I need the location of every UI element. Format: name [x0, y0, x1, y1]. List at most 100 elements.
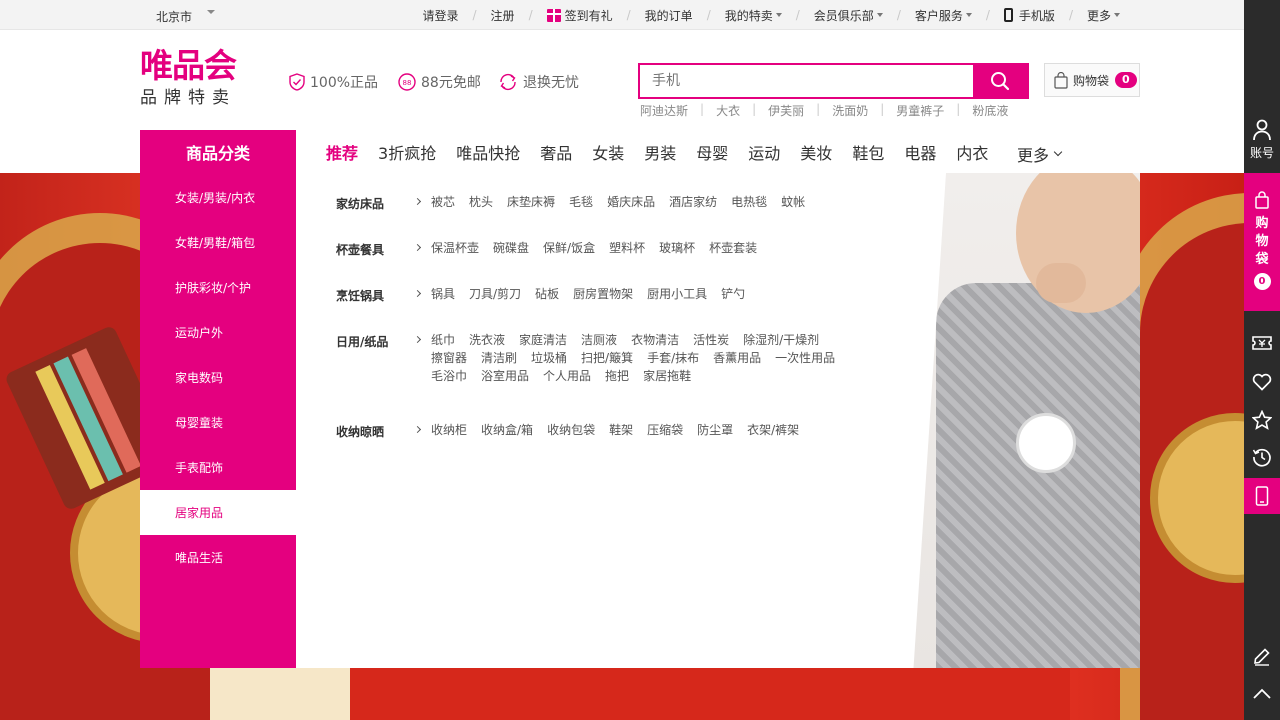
subcategory-link[interactable]: 锅具: [431, 283, 455, 305]
subcategory-link[interactable]: 拖把: [605, 365, 629, 387]
register-link[interactable]: 注册: [491, 7, 515, 24]
subcategory-group-title[interactable]: 杯壶餐具: [336, 241, 384, 258]
nav-item[interactable]: 男装: [644, 140, 676, 164]
subcategory-link[interactable]: 床垫床褥: [507, 191, 555, 213]
nav-item[interactable]: 内衣: [956, 140, 988, 164]
mobile-app-button[interactable]: [1244, 478, 1280, 514]
category-item[interactable]: 唯品生活: [140, 535, 296, 580]
subcategory-link[interactable]: 刀具/剪刀: [469, 283, 521, 305]
category-item-home-selected[interactable]: 居家用品: [140, 490, 296, 535]
hot-keyword[interactable]: 阿迪达斯: [640, 102, 688, 119]
subcategory-link[interactable]: 毛浴巾: [431, 365, 467, 387]
hot-keyword[interactable]: 大衣: [716, 102, 740, 119]
nav-item-recommend[interactable]: 推荐: [326, 140, 358, 164]
chevron-right-icon: [413, 335, 422, 344]
category-item[interactable]: 女装/男装/内衣: [140, 175, 296, 220]
subcategory-link[interactable]: 收纳盒/箱: [481, 419, 533, 441]
checkin-link[interactable]: 签到有礼: [546, 7, 613, 24]
subcategory-link[interactable]: 碗碟盘: [493, 237, 529, 259]
hot-keyword[interactable]: 洗面奶: [832, 102, 868, 119]
nav-item[interactable]: 3折疯抢: [378, 140, 436, 164]
subcategory-link[interactable]: 酒店家纺: [669, 191, 717, 213]
category-item[interactable]: 运动户外: [140, 310, 296, 355]
subcategory-group-title[interactable]: 烹饪锅具: [336, 287, 384, 304]
subcategory-link[interactable]: 香薰用品: [713, 347, 761, 369]
search-button[interactable]: [973, 65, 1027, 97]
subcategory-link[interactable]: 收纳柜: [431, 419, 467, 441]
subcategory-link[interactable]: 浴室用品: [481, 365, 529, 387]
subcategory-link[interactable]: 砧板: [535, 283, 559, 305]
subcategory-link[interactable]: 玻璃杯: [659, 237, 695, 259]
mobile-link[interactable]: 手机版: [1003, 7, 1055, 24]
nav-item[interactable]: 唯品快抢: [456, 140, 520, 164]
nav-item[interactable]: 女装: [592, 140, 624, 164]
account-button[interactable]: 账号: [1244, 115, 1280, 170]
category-sidebar: 女装/男装/内衣 女鞋/男鞋/箱包 护肤彩妆/个护 运动户外 家电数码 母婴童装…: [140, 173, 296, 668]
category-item[interactable]: 家电数码: [140, 355, 296, 400]
subcategory-group-title[interactable]: 日用/纸品: [336, 333, 388, 350]
subcategory-links: 收纳柜 收纳盒/箱 收纳包袋 鞋架 压缩袋 防尘罩 衣架/裤架: [431, 423, 861, 441]
nav-item[interactable]: 奢品: [540, 140, 572, 164]
customer-service-menu[interactable]: 客户服务: [915, 7, 972, 24]
my-sale-label: 我的特卖: [724, 8, 773, 23]
my-sale-menu[interactable]: 我的特卖: [725, 7, 782, 24]
back-to-top-button[interactable]: [1244, 677, 1280, 711]
hot-keyword[interactable]: 男童裤子: [896, 102, 944, 119]
subcategory-link[interactable]: 保鲜/饭盒: [543, 237, 595, 259]
cart-button[interactable]: 购物袋 0: [1044, 63, 1140, 97]
feedback-button[interactable]: [1244, 639, 1280, 673]
category-item[interactable]: 护肤彩妆/个护: [140, 265, 296, 310]
category-menu-title[interactable]: 商品分类: [140, 130, 296, 173]
subcategory-group-title[interactable]: 家纺床品: [336, 195, 384, 212]
category-ad-image[interactable]: [896, 173, 1140, 668]
divider: |: [700, 102, 705, 116]
city-selector[interactable]: 北京市: [156, 8, 192, 25]
search-input[interactable]: [640, 65, 974, 97]
subcategory-link[interactable]: 压缩袋: [647, 419, 683, 441]
hot-keyword[interactable]: 粉底液: [972, 102, 1008, 119]
category-item[interactable]: 母婴童装: [140, 400, 296, 445]
subcategory-link[interactable]: 保温杯壶: [431, 237, 479, 259]
subcategory-link[interactable]: 厨房置物架: [573, 283, 633, 305]
chevron-down-icon[interactable]: [207, 10, 215, 14]
nav-item[interactable]: 母婴: [696, 140, 728, 164]
history-button[interactable]: [1244, 440, 1280, 474]
subcategory-link[interactable]: 厨用小工具: [647, 283, 707, 305]
subcategory-link[interactable]: 蚊帐: [781, 191, 805, 213]
subcategory-link[interactable]: 枕头: [469, 191, 493, 213]
nav-item[interactable]: 运动: [748, 140, 780, 164]
nav-more-label: 更多: [1017, 146, 1050, 165]
nav-more-menu[interactable]: 更多: [1017, 142, 1063, 166]
star-button[interactable]: [1244, 403, 1280, 437]
subcategory-link[interactable]: 毛毯: [569, 191, 593, 213]
subcategory-link[interactable]: 防尘罩: [697, 419, 733, 441]
subcategory-link[interactable]: 鞋架: [609, 419, 633, 441]
side-cart-button[interactable]: 购物袋 0: [1244, 173, 1280, 311]
subcategory-link[interactable]: 一次性用品: [775, 347, 835, 369]
logo[interactable]: 唯品会: [140, 48, 237, 84]
subcategory-link[interactable]: 衣架/裤架: [747, 419, 799, 441]
category-item[interactable]: 手表配饰: [140, 445, 296, 490]
subcategory-group-title[interactable]: 收纳晾晒: [336, 423, 384, 440]
my-orders-link[interactable]: 我的订单: [645, 7, 693, 24]
more-menu[interactable]: 更多: [1087, 7, 1120, 24]
subcategory-link[interactable]: 家居拖鞋: [643, 365, 691, 387]
subcategory-link[interactable]: 铲勺: [721, 283, 745, 305]
login-link[interactable]: 请登录: [422, 7, 458, 24]
subcategory-link[interactable]: 婚庆床品: [607, 191, 655, 213]
subcategory-link[interactable]: 杯壶套装: [709, 237, 757, 259]
nav-item[interactable]: 美妆: [800, 140, 832, 164]
favorites-button[interactable]: [1244, 365, 1280, 399]
subcategory-link[interactable]: 塑料杯: [609, 237, 645, 259]
subcategory-link[interactable]: 电热毯: [731, 191, 767, 213]
hot-keyword[interactable]: 伊芙丽: [768, 102, 804, 119]
nav-item[interactable]: 鞋包: [852, 140, 884, 164]
coupon-button[interactable]: [1244, 326, 1280, 360]
subcategory-link[interactable]: 个人用品: [543, 365, 591, 387]
subcategory-link[interactable]: 被芯: [431, 191, 455, 213]
category-item[interactable]: 女鞋/男鞋/箱包: [140, 220, 296, 265]
subcategory-link[interactable]: 收纳包袋: [547, 419, 595, 441]
nav-item[interactable]: 电器: [904, 140, 936, 164]
member-club-menu[interactable]: 会员俱乐部: [814, 7, 883, 24]
star-icon: [1252, 410, 1272, 430]
